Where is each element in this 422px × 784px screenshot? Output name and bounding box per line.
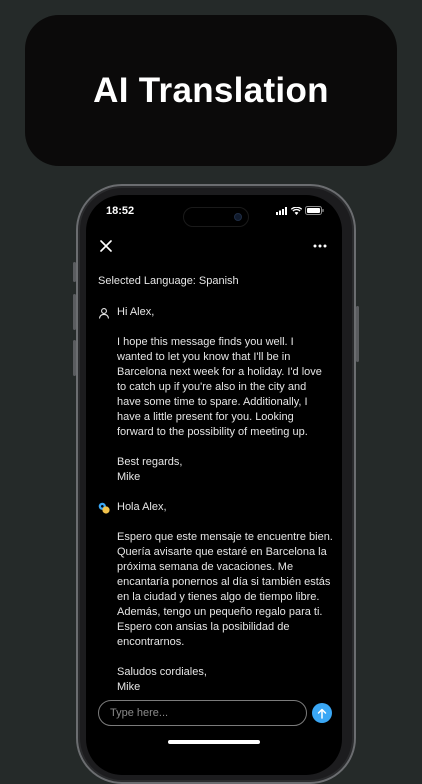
- translated-message-body: Hola Alex, Espero que este mensaje te en…: [117, 500, 335, 695]
- wifi-icon: [291, 206, 302, 215]
- phone-volume-up-button: [73, 294, 76, 330]
- banner-title: AI Translation: [93, 70, 329, 110]
- send-button[interactable]: [312, 703, 332, 723]
- dynamic-island: [183, 207, 249, 227]
- status-bar: 18:52: [86, 195, 342, 227]
- original-body-line: wanted to let you know that I'll be in: [117, 351, 291, 363]
- ai-translate-icon: [98, 502, 110, 514]
- message-input[interactable]: [98, 700, 307, 726]
- close-icon: [100, 240, 112, 252]
- translated-body-line: en la ciudad y tienes algo de tiempo lib…: [117, 591, 320, 603]
- original-message-body: Hi Alex, I hope this message finds you w…: [117, 305, 335, 485]
- arrow-up-icon: [317, 708, 327, 719]
- translated-signature: Mike: [117, 681, 141, 693]
- translated-greeting: Hola Alex,: [117, 501, 167, 513]
- close-button[interactable]: [98, 238, 114, 254]
- phone-power-button: [356, 306, 359, 362]
- original-body-line: forward to the possibility of meeting up…: [117, 426, 308, 438]
- selected-language-label: Selected Language: Spanish: [98, 275, 239, 287]
- original-body: I hope this message finds you well. I wa…: [117, 335, 335, 440]
- translated-body-line: próxima semana de vacaciones. Me: [117, 561, 294, 573]
- original-body-line: have some time to spare. Additionally, I: [117, 396, 308, 408]
- more-icon: [313, 244, 327, 248]
- more-options-button[interactable]: [312, 240, 328, 252]
- status-time: 18:52: [106, 205, 135, 217]
- battery-icon: [305, 206, 324, 215]
- phone-volume-down-button: [73, 340, 76, 376]
- translated-closing: Saludos cordiales,: [117, 666, 207, 678]
- signal-icon: [276, 206, 287, 215]
- home-indicator[interactable]: [168, 740, 260, 744]
- original-body-line: I hope this message finds you well. I: [117, 336, 294, 348]
- user-icon: [98, 308, 110, 319]
- original-greeting: Hi Alex,: [117, 306, 155, 318]
- promo-banner: AI Translation: [25, 15, 397, 166]
- original-body-line: have a little present for you. Looking: [117, 411, 294, 423]
- translated-body-line: encantaría ponernos al día si también es…: [117, 576, 331, 588]
- original-body-line: to catch up if you're also in the city a…: [117, 381, 307, 393]
- original-signature: Mike: [117, 471, 141, 483]
- phone-screen: 18:52 Selected Language: Spanish Hi Alex…: [86, 195, 342, 775]
- translated-body-line: Espero que este mensaje te encuentre bie…: [117, 531, 333, 543]
- translated-body-line: Espero con ansias la posibilidad de: [117, 621, 290, 633]
- translated-body: Espero que este mensaje te encuentre bie…: [117, 530, 335, 650]
- original-closing: Best regards,: [117, 456, 183, 468]
- translated-body-line: Quería avisarte que estaré en Barcelona …: [117, 546, 327, 558]
- camera-icon: [234, 213, 242, 221]
- status-icons: [276, 206, 324, 215]
- translated-body-line: encontrarnos.: [117, 636, 185, 648]
- original-body-line: Barcelona next week for a holiday. I'd l…: [117, 366, 322, 378]
- translated-body-line: Además, tengo un pequeño regalo para ti.: [117, 606, 323, 618]
- phone-action-button: [73, 262, 76, 282]
